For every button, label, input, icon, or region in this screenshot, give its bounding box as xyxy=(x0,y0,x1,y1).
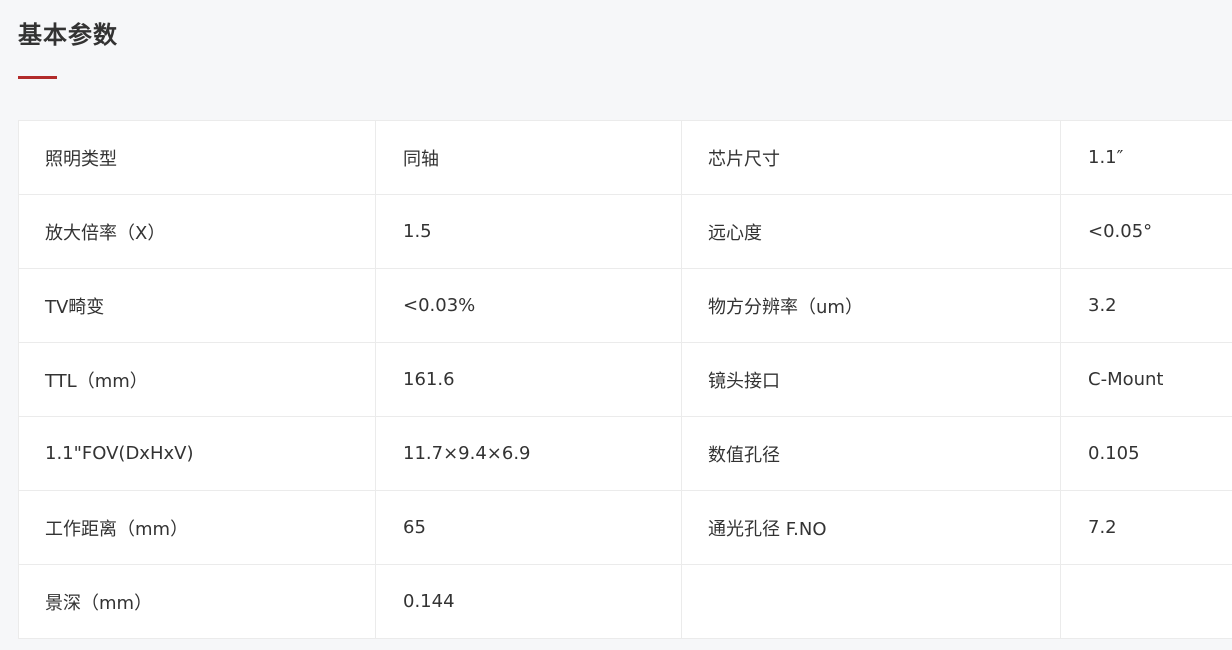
spec-label: 通光孔径 F.NO xyxy=(681,490,1061,565)
spec-value: 11.7×9.4×6.9 xyxy=(375,416,682,491)
spec-value: 1.1″ xyxy=(1060,120,1232,195)
spec-value: 3.2 xyxy=(1060,268,1232,343)
spec-value: 161.6 xyxy=(375,342,682,417)
spec-label: 1.1"FOV(DxHxV) xyxy=(18,416,376,491)
spec-label: TV畸变 xyxy=(18,268,376,343)
section-title: 基本参数 xyxy=(18,21,118,49)
spec-label: 照明类型 xyxy=(18,120,376,195)
spec-label: 镜头接口 xyxy=(681,342,1061,417)
spec-table: 照明类型 同轴 芯片尺寸 1.1″ 放大倍率（X） 1.5 远心度 <0.05°… xyxy=(18,120,1232,639)
spec-value: 7.2 xyxy=(1060,490,1232,565)
table-row: 1.1"FOV(DxHxV) 11.7×9.4×6.9 数值孔径 0.105 xyxy=(18,416,1232,491)
spec-value: <0.03% xyxy=(375,268,682,343)
title-underline xyxy=(18,76,57,79)
table-row: 照明类型 同轴 芯片尺寸 1.1″ xyxy=(18,120,1232,195)
spec-value: 0.144 xyxy=(375,564,682,639)
table-row: 放大倍率（X） 1.5 远心度 <0.05° xyxy=(18,194,1232,269)
table-row: 工作距离（mm） 65 通光孔径 F.NO 7.2 xyxy=(18,490,1232,565)
spec-label: 景深（mm） xyxy=(18,564,376,639)
table-row: 景深（mm） 0.144 xyxy=(18,564,1232,639)
spec-value: 1.5 xyxy=(375,194,682,269)
spec-label: TTL（mm） xyxy=(18,342,376,417)
spec-label: 远心度 xyxy=(681,194,1061,269)
spec-value: 0.105 xyxy=(1060,416,1232,491)
spec-value: 同轴 xyxy=(375,120,682,195)
spec-label: 数值孔径 xyxy=(681,416,1061,491)
spec-label: 放大倍率（X） xyxy=(18,194,376,269)
spec-value: C-Mount xyxy=(1060,342,1232,417)
spec-value xyxy=(1060,564,1232,639)
spec-value: 65 xyxy=(375,490,682,565)
spec-value: <0.05° xyxy=(1060,194,1232,269)
spec-label: 物方分辨率（um） xyxy=(681,268,1061,343)
table-row: TV畸变 <0.03% 物方分辨率（um） 3.2 xyxy=(18,268,1232,343)
table-row: TTL（mm） 161.6 镜头接口 C-Mount xyxy=(18,342,1232,417)
spec-label xyxy=(681,564,1061,639)
spec-label: 工作距离（mm） xyxy=(18,490,376,565)
spec-label: 芯片尺寸 xyxy=(681,120,1061,195)
